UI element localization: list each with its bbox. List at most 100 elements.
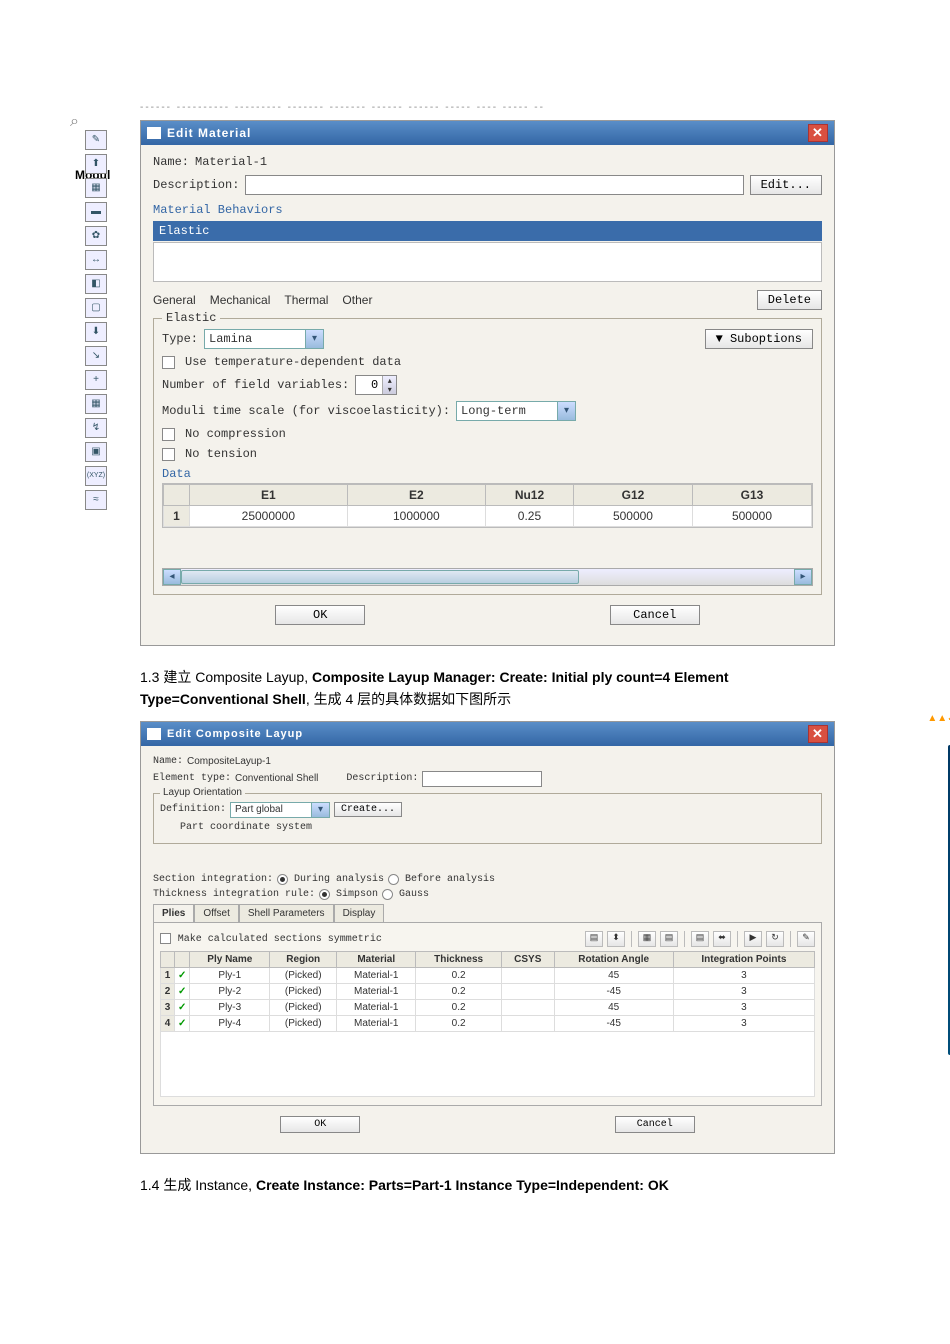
chk-notens[interactable]	[162, 448, 175, 461]
radio-before[interactable]	[388, 874, 399, 885]
cell[interactable]: Material-1	[337, 1015, 416, 1031]
chk-symmetric[interactable]	[160, 933, 171, 944]
radio-during[interactable]	[277, 874, 288, 885]
suboptions-button[interactable]: ▼ Suboptions	[705, 329, 813, 349]
tool-icon[interactable]: ▢	[85, 298, 107, 318]
tab-shellparams[interactable]: Shell Parameters	[239, 904, 334, 922]
toolbar-icon[interactable]: ✎	[797, 931, 815, 947]
cancel-button[interactable]: Cancel	[615, 1116, 695, 1133]
cell[interactable]: 500000	[692, 506, 811, 527]
toolbar-icon[interactable]: ⬌	[713, 931, 731, 947]
tool-icon[interactable]: ▦	[85, 178, 107, 198]
toolbar-icon[interactable]: ▶	[744, 931, 762, 947]
row-check-icon[interactable]: ✓	[175, 967, 190, 983]
toolbar-icon[interactable]: ▤	[585, 931, 603, 947]
definition-dropdown[interactable]: Part global ▾	[230, 802, 330, 818]
cell[interactable]: Material-1	[337, 967, 416, 983]
tool-xyz[interactable]: (XYZ)	[85, 466, 107, 486]
chk-nocomp[interactable]	[162, 428, 175, 441]
cell[interactable]: 3	[673, 967, 814, 983]
menu-mechanical[interactable]: Mechanical	[210, 293, 271, 307]
radio-simpson[interactable]	[319, 889, 330, 900]
cell[interactable]: 3	[673, 999, 814, 1015]
tool-icon[interactable]: ✿	[85, 226, 107, 246]
cell[interactable]: -45	[554, 983, 673, 999]
tab-offset[interactable]: Offset	[194, 904, 239, 922]
ok-button[interactable]: OK	[280, 1116, 360, 1133]
moduli-dropdown[interactable]: Long-term ▾	[456, 401, 576, 421]
desc-input[interactable]	[422, 771, 542, 787]
close-icon[interactable]: ✕	[808, 124, 828, 142]
spinner-arrows[interactable]: ▴▾	[382, 376, 396, 394]
fieldvar-input[interactable]	[356, 376, 382, 394]
toolbar-icon[interactable]: ↻	[766, 931, 784, 947]
cell[interactable]: 3	[673, 1015, 814, 1031]
cell[interactable]	[502, 967, 555, 983]
cell[interactable]: 0.2	[416, 999, 502, 1015]
menu-thermal[interactable]: Thermal	[284, 293, 328, 307]
cell[interactable]: 3	[673, 983, 814, 999]
tool-icon[interactable]: ⬇	[85, 322, 107, 342]
scroll-thumb[interactable]	[181, 570, 579, 584]
tool-icon[interactable]: +	[85, 370, 107, 390]
tool-icon[interactable]: ↔	[85, 250, 107, 270]
cell[interactable]: Ply-3	[190, 999, 270, 1015]
row-check-icon[interactable]: ✓	[175, 1015, 190, 1031]
cell[interactable]: 0.25	[486, 506, 574, 527]
cell[interactable]: (Picked)	[270, 967, 337, 983]
toolbar-icon[interactable]: ▤	[660, 931, 678, 947]
tool-icon[interactable]: ▣	[85, 442, 107, 462]
cell[interactable]: 1000000	[347, 506, 485, 527]
menu-other[interactable]: Other	[342, 293, 372, 307]
cell[interactable]	[502, 1015, 555, 1031]
cell[interactable]: 0.2	[416, 1015, 502, 1031]
fieldvar-spinner[interactable]: ▴▾	[355, 375, 397, 395]
row-check-icon[interactable]: ✓	[175, 983, 190, 999]
toolbar-icon[interactable]: ▦	[638, 931, 656, 947]
h-scrollbar[interactable]: ◂ ▸	[162, 568, 813, 586]
menu-general[interactable]: General	[153, 293, 196, 307]
tool-icon[interactable]: ↘	[85, 346, 107, 366]
delete-button[interactable]: Delete	[757, 290, 822, 310]
tool-icon[interactable]: ≈	[85, 490, 107, 510]
cell[interactable]: 45	[554, 967, 673, 983]
edit-button[interactable]: Edit...	[750, 175, 822, 195]
ok-button[interactable]: OK	[275, 605, 365, 625]
tab-display[interactable]: Display	[334, 904, 385, 922]
behavior-list[interactable]	[153, 242, 822, 282]
cell[interactable]: 0.2	[416, 983, 502, 999]
tool-icon[interactable]: ◧	[85, 274, 107, 294]
cell[interactable]	[502, 999, 555, 1015]
toolbar-icon[interactable]: ⬍	[607, 931, 625, 947]
toolbar-icon[interactable]: ▤	[691, 931, 709, 947]
tool-icon[interactable]: ▬	[85, 202, 107, 222]
type-dropdown[interactable]: Lamina ▾	[204, 329, 324, 349]
tool-icon[interactable]: ▦	[85, 394, 107, 414]
cell[interactable]: Ply-4	[190, 1015, 270, 1031]
data-grid[interactable]: E1 E2 Nu12 G12 G13 1 25000000 1000000 0.…	[162, 483, 813, 528]
cell[interactable]: -45	[554, 1015, 673, 1031]
cell[interactable]: Ply-2	[190, 983, 270, 999]
scroll-right-icon[interactable]: ▸	[794, 569, 812, 585]
create-button[interactable]: Create...	[334, 802, 402, 817]
cell[interactable]: (Picked)	[270, 983, 337, 999]
cell[interactable]: 0.2	[416, 967, 502, 983]
desc-input[interactable]	[245, 175, 743, 195]
scroll-left-icon[interactable]: ◂	[163, 569, 181, 585]
cell[interactable]	[502, 983, 555, 999]
cell[interactable]: Material-1	[337, 983, 416, 999]
radio-gauss[interactable]	[382, 889, 393, 900]
tool-icon[interactable]: ↯	[85, 418, 107, 438]
cell[interactable]: (Picked)	[270, 999, 337, 1015]
cell[interactable]: Material-1	[337, 999, 416, 1015]
ply-table[interactable]: Ply Name Region Material Thickness CSYS …	[160, 951, 815, 1032]
cell[interactable]: (Picked)	[270, 1015, 337, 1031]
cell[interactable]: 45	[554, 999, 673, 1015]
tool-icon[interactable]: ⬆	[85, 154, 107, 174]
cell[interactable]: 500000	[573, 506, 692, 527]
behavior-selected[interactable]: Elastic	[153, 221, 822, 241]
cell[interactable]: 25000000	[190, 506, 348, 527]
chk-tempdep[interactable]	[162, 356, 175, 369]
close-icon[interactable]: ✕	[808, 725, 828, 743]
cancel-button[interactable]: Cancel	[610, 605, 700, 625]
